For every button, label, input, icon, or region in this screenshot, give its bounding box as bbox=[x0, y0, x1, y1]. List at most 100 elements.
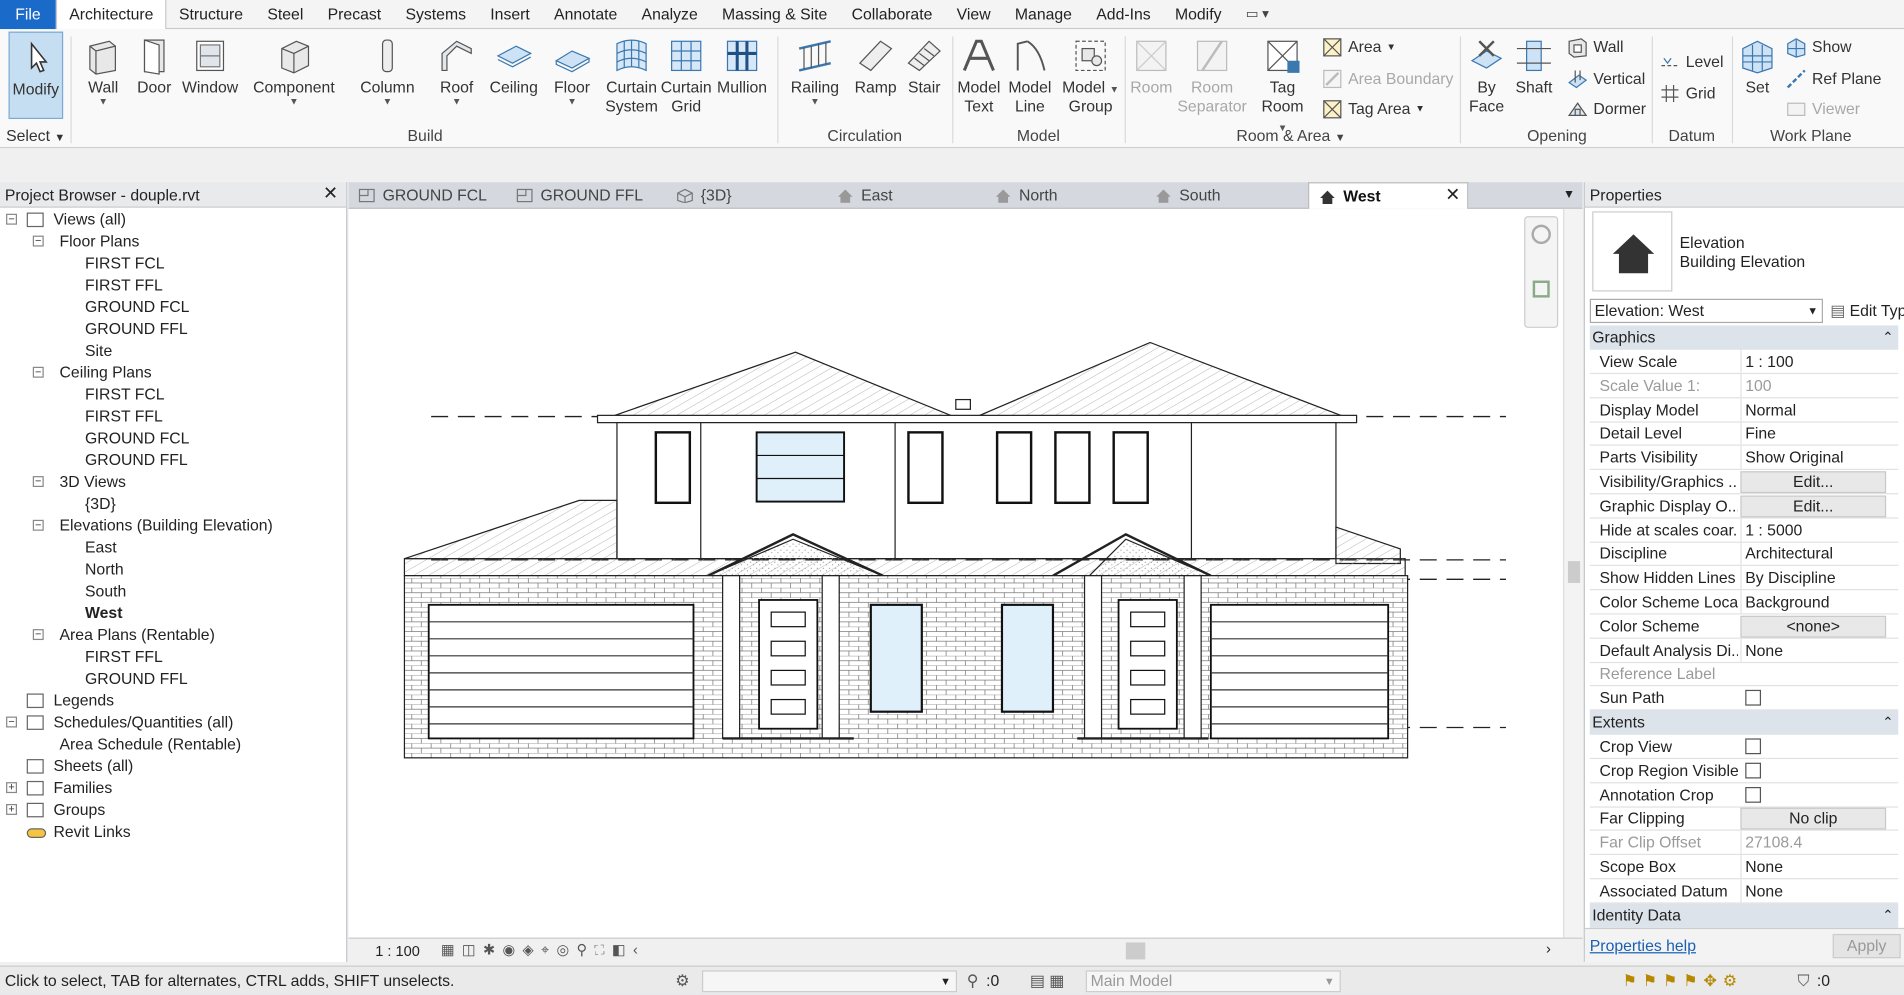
tree-item-west[interactable]: West bbox=[85, 602, 122, 624]
collapse-icon[interactable]: − bbox=[32, 366, 44, 378]
tree-item-south[interactable]: South bbox=[85, 581, 126, 603]
tab-massing-site[interactable]: Massing & Site bbox=[710, 0, 840, 29]
wall-button[interactable]: Wall ▼ bbox=[80, 34, 126, 107]
close-tab-icon[interactable]: ✕ bbox=[1445, 182, 1460, 209]
property-checkbox[interactable] bbox=[1745, 738, 1762, 755]
view-control-icons[interactable]: ▦◫✱◉◈⌖◎⚲⛶◧‹ bbox=[441, 941, 645, 959]
tab-analyze[interactable]: Analyze bbox=[629, 0, 709, 29]
zoom-icon[interactable] bbox=[1532, 280, 1550, 298]
tree-item-area-plans-rentable[interactable]: Area Plans (Rentable) bbox=[60, 624, 215, 646]
vertical-button[interactable]: Vertical bbox=[1567, 68, 1645, 90]
scroll-right-icon[interactable]: › bbox=[1546, 940, 1551, 957]
tree-item-schedules-quantities-all[interactable]: Schedules/Quantities (all) bbox=[53, 712, 233, 734]
collapse-icon[interactable]: − bbox=[32, 519, 44, 531]
tree-item-legends[interactable]: Legends bbox=[53, 690, 114, 712]
ceiling-button[interactable]: Ceiling bbox=[486, 34, 542, 97]
apply-button[interactable]: Apply bbox=[1832, 933, 1901, 959]
tree-item-first-fcl[interactable]: FIRST FCL bbox=[85, 384, 165, 406]
tree-item-first-ffl[interactable]: FIRST FFL bbox=[85, 406, 163, 428]
scroll-thumb[interactable] bbox=[1567, 561, 1581, 583]
view-tab-ground-ffl[interactable]: GROUND FFL bbox=[506, 182, 666, 209]
roof-button[interactable]: Roof ▼ bbox=[432, 34, 481, 107]
area-button[interactable]: Area ▼ bbox=[1321, 36, 1396, 58]
model-line-button[interactable]: Model Line bbox=[1006, 34, 1055, 117]
properties-help-link[interactable]: Properties help bbox=[1590, 936, 1696, 954]
tree-item-ground-ffl[interactable]: GROUND FFL bbox=[85, 449, 188, 471]
curtain-system-button[interactable]: Curtain System bbox=[602, 34, 660, 117]
tab-view[interactable]: View bbox=[945, 0, 1003, 29]
level-button[interactable]: Level bbox=[1659, 51, 1723, 73]
close-icon[interactable]: ✕ bbox=[323, 182, 338, 204]
shaft-button[interactable]: Shaft bbox=[1511, 34, 1557, 97]
collapse-icon[interactable]: − bbox=[32, 235, 44, 247]
tree-item-ground-fcl[interactable]: GROUND FCL bbox=[85, 428, 189, 450]
dormer-button[interactable]: Dormer bbox=[1567, 98, 1646, 120]
model-text-button[interactable]: Model Text bbox=[955, 34, 1004, 117]
tab-precast[interactable]: Precast bbox=[315, 0, 393, 29]
view-tab-east[interactable]: East bbox=[827, 182, 985, 209]
property-checkbox[interactable] bbox=[1745, 762, 1762, 779]
door-button[interactable]: Door bbox=[134, 34, 175, 97]
tree-item-3d-views[interactable]: 3D Views bbox=[60, 471, 126, 493]
mullion-button[interactable]: Mullion bbox=[714, 34, 770, 97]
by-face-button[interactable]: By Face bbox=[1465, 34, 1509, 117]
modify-tool[interactable]: Modify bbox=[9, 36, 64, 99]
property-value[interactable]: 1 : 5000 bbox=[1740, 518, 1886, 542]
property-value[interactable]: Background bbox=[1740, 590, 1886, 614]
design-option-select[interactable]: Main Model ▼ bbox=[1085, 970, 1341, 993]
tree-item-north[interactable]: North bbox=[85, 559, 124, 581]
tree-item-floor-plans[interactable]: Floor Plans bbox=[60, 231, 140, 253]
property-value[interactable]: None bbox=[1740, 855, 1886, 879]
tree-item-area-schedule-rentable[interactable]: Area Schedule (Rentable) bbox=[60, 734, 242, 756]
ref-plane-button[interactable]: Ref Plane bbox=[1785, 68, 1881, 90]
room-separator-button[interactable]: Room Separator bbox=[1176, 34, 1249, 117]
tab-manage[interactable]: Manage bbox=[1003, 0, 1084, 29]
selection-toggle-icons[interactable]: ⚑⚑⚑⚑✥⚙ bbox=[1623, 967, 1743, 995]
file-menu[interactable]: File bbox=[0, 0, 56, 29]
tab-list-icon[interactable]: ▼ bbox=[1563, 182, 1575, 209]
tree-item-ground-fcl[interactable]: GROUND FCL bbox=[85, 296, 189, 318]
property-checkbox[interactable] bbox=[1745, 690, 1762, 706]
view-tab-north[interactable]: North bbox=[985, 182, 1143, 209]
group-extents[interactable]: Extents ⌃ bbox=[1589, 710, 1899, 735]
railing-button[interactable]: Railing ▼ bbox=[787, 34, 843, 107]
tab-systems[interactable]: Systems bbox=[393, 0, 478, 29]
property-edit-button[interactable]: Edit... bbox=[1740, 471, 1887, 494]
property-edit-button[interactable]: No clip bbox=[1740, 808, 1887, 830]
tree-item-views-all[interactable]: Views (all) bbox=[53, 209, 126, 231]
property-value[interactable]: 1 : 100 bbox=[1740, 349, 1886, 373]
expand-icon[interactable]: + bbox=[6, 803, 18, 815]
tree-item-3d[interactable]: {3D} bbox=[85, 493, 116, 515]
filter-icon[interactable]: ⛉ bbox=[1797, 967, 1809, 995]
wall-opening-button[interactable]: Wall bbox=[1567, 36, 1624, 58]
model-group-button[interactable]: Model ▼ Group bbox=[1061, 34, 1119, 117]
curtain-grid-button[interactable]: Curtain Grid bbox=[658, 34, 714, 117]
property-value[interactable]: Fine bbox=[1740, 421, 1886, 445]
collapse-group-icon[interactable]: ⌃ bbox=[1882, 710, 1893, 734]
column-button[interactable]: Column ▼ bbox=[357, 34, 418, 107]
collapse-group-icon[interactable]: ⌃ bbox=[1882, 325, 1893, 349]
tab-add-ins[interactable]: Add-Ins bbox=[1084, 0, 1163, 29]
tab-architecture[interactable]: Architecture bbox=[55, 0, 167, 30]
view-tab-west[interactable]: West ✕ bbox=[1308, 182, 1469, 209]
type-selector[interactable]: Elevation Building Elevation bbox=[1592, 211, 1902, 294]
ramp-button[interactable]: Ramp bbox=[853, 34, 899, 97]
worksharing-icon[interactable]: ⚙ bbox=[675, 967, 689, 995]
stair-button[interactable]: Stair bbox=[901, 34, 947, 97]
property-edit-button[interactable]: <none> bbox=[1740, 615, 1887, 638]
collapse-icon[interactable]: − bbox=[32, 475, 44, 488]
property-edit-button[interactable]: Edit... bbox=[1740, 495, 1887, 518]
property-value[interactable]: By Discipline bbox=[1740, 566, 1886, 590]
collapse-icon[interactable]: − bbox=[32, 629, 44, 641]
tree-item-revit-links[interactable]: Revit Links bbox=[53, 821, 130, 843]
tree-item-sheets-all[interactable]: Sheets (all) bbox=[53, 755, 133, 777]
collapse-group-icon[interactable]: ⌃ bbox=[1882, 903, 1893, 927]
tab-annotate[interactable]: Annotate bbox=[542, 0, 630, 29]
tree-item-first-fcl[interactable]: FIRST FCL bbox=[85, 253, 165, 275]
select-dropdown[interactable]: Select ▼ bbox=[6, 126, 65, 147]
tree-item-ground-ffl[interactable]: GROUND FFL bbox=[85, 668, 188, 690]
tree-item-ceiling-plans[interactable]: Ceiling Plans bbox=[60, 362, 152, 384]
property-value[interactable]: None bbox=[1740, 879, 1886, 903]
collapse-icon[interactable]: − bbox=[6, 213, 18, 225]
instance-filter-select[interactable]: Elevation: West ▼ bbox=[1589, 298, 1823, 324]
